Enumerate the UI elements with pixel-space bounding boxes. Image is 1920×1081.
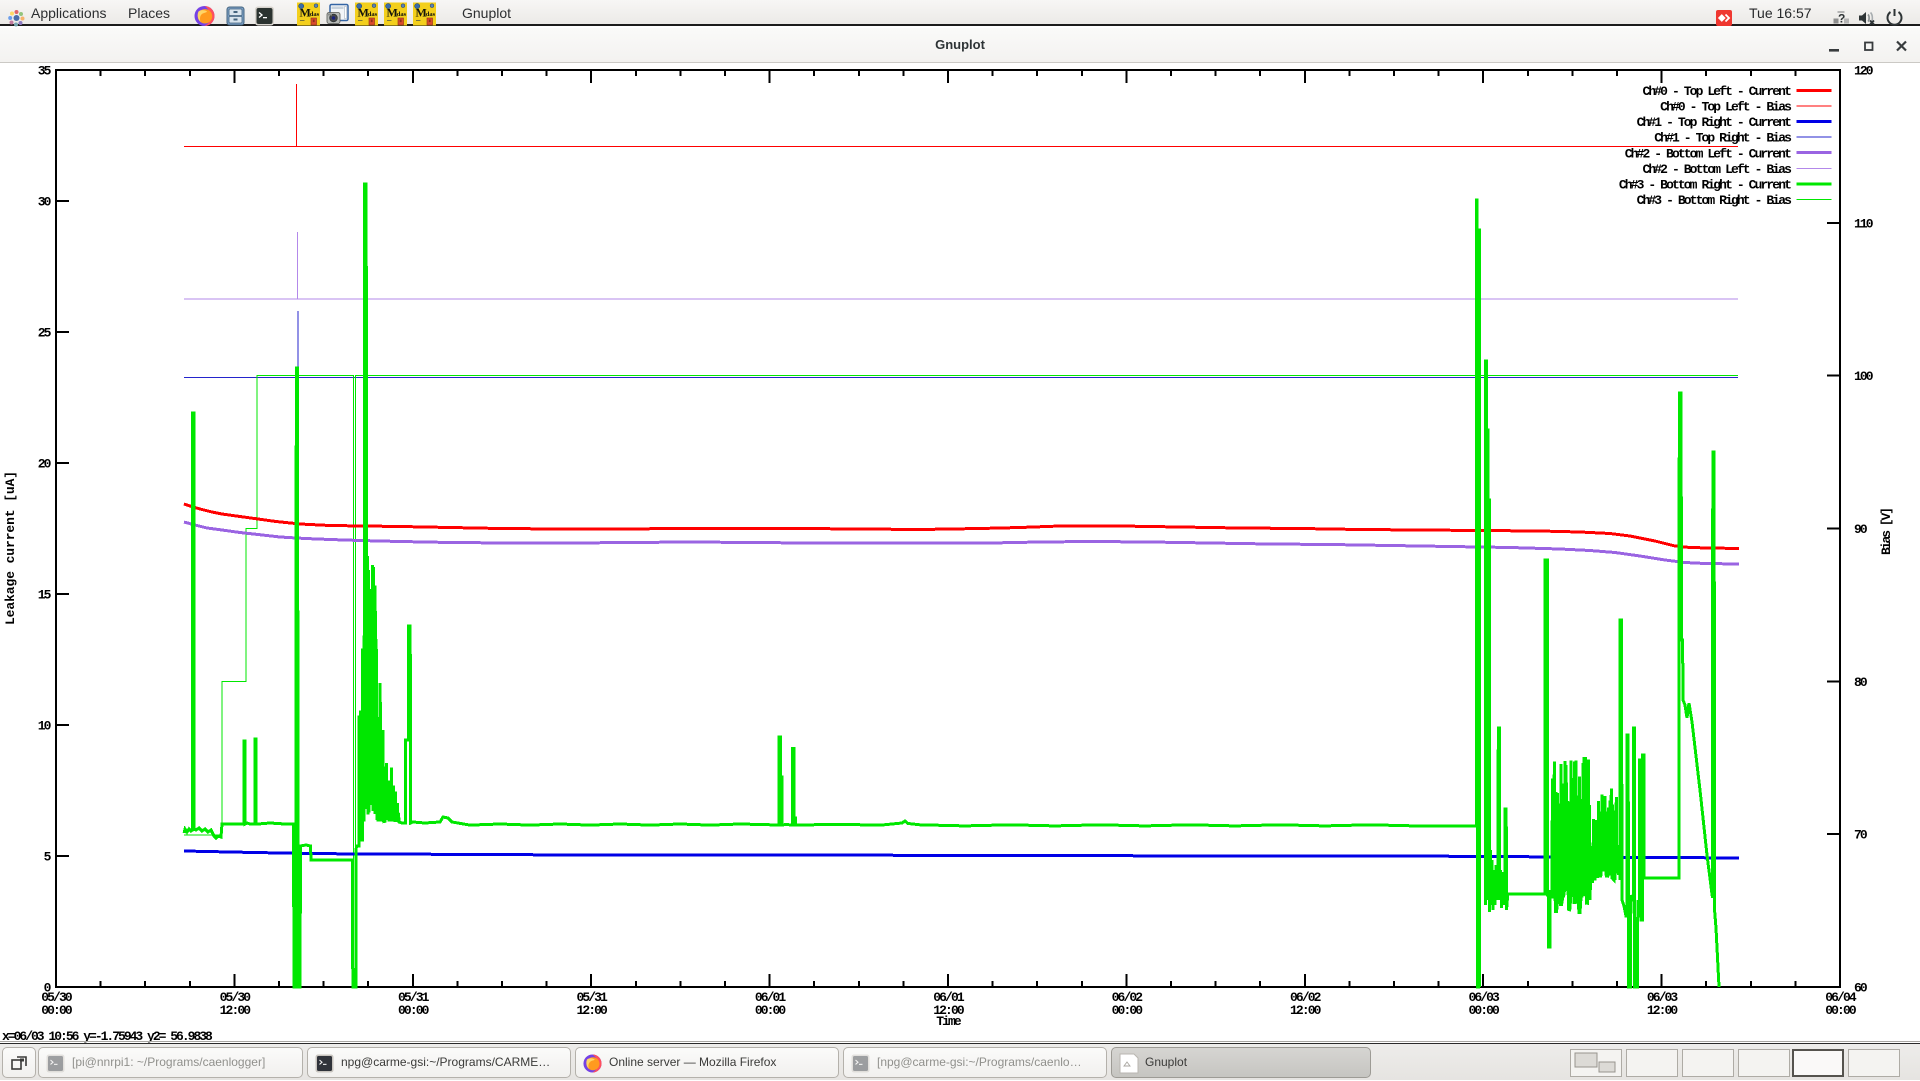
svg-text:?: ?: [1838, 12, 1845, 26]
svg-text:Ch#2 - Bottom Left - Current: Ch#2 - Bottom Left - Current: [1625, 146, 1791, 161]
svg-text:x=06/03 10:56 y=-1.75943 y2= 5: x=06/03 10:56 y=-1.75943 y2= 56.9838: [2, 1029, 213, 1043]
svg-text:idas: idas: [366, 11, 378, 18]
svg-text:00:00: 00:00: [1468, 1003, 1500, 1018]
svg-text:Time: Time: [936, 1014, 962, 1029]
svg-text:00:00: 00:00: [755, 1003, 787, 1018]
svg-text:idas: idas: [424, 11, 436, 18]
svg-text:00:00: 00:00: [1112, 1003, 1144, 1018]
svg-text:Ch#2 - Bottom Left - Bias: Ch#2 - Bottom Left - Bias: [1642, 162, 1792, 177]
svg-text:Ch#3 - Bottom Right - Bias: Ch#3 - Bottom Right - Bias: [1637, 193, 1793, 208]
svg-text:Leakage current [uA]: Leakage current [uA]: [3, 471, 18, 625]
svg-text:idas: idas: [308, 11, 320, 18]
svg-text:00:00: 00:00: [398, 1003, 430, 1018]
svg-text:12:00: 12:00: [1647, 1003, 1679, 1018]
svg-text:12:00: 12:00: [1290, 1003, 1322, 1018]
svg-text:idas: idas: [395, 11, 407, 18]
svg-text:Ch#0 - Top Left - Bias: Ch#0 - Top Left - Bias: [1660, 100, 1792, 115]
svg-text:110: 110: [1854, 216, 1874, 231]
svg-text:00:00: 00:00: [1825, 1003, 1857, 1018]
svg-text:Ch#3 - Bottom Right - Current: Ch#3 - Bottom Right - Current: [1619, 178, 1791, 193]
svg-text:120: 120: [1854, 64, 1874, 79]
svg-text:00:00: 00:00: [41, 1003, 73, 1018]
svg-text:100: 100: [1854, 369, 1874, 384]
svg-text:Bias [V]: Bias [V]: [1879, 509, 1894, 555]
svg-text:Ch#1 - Top Right - Bias: Ch#1 - Top Right - Bias: [1654, 131, 1792, 146]
svg-text:12:00: 12:00: [576, 1003, 608, 1018]
svg-text:Ch#1 - Top Right - Current: Ch#1 - Top Right - Current: [1637, 115, 1792, 130]
svg-text:Ch#0 - Top Left - Current: Ch#0 - Top Left - Current: [1642, 84, 1791, 99]
svg-text:12:00: 12:00: [220, 1003, 252, 1018]
